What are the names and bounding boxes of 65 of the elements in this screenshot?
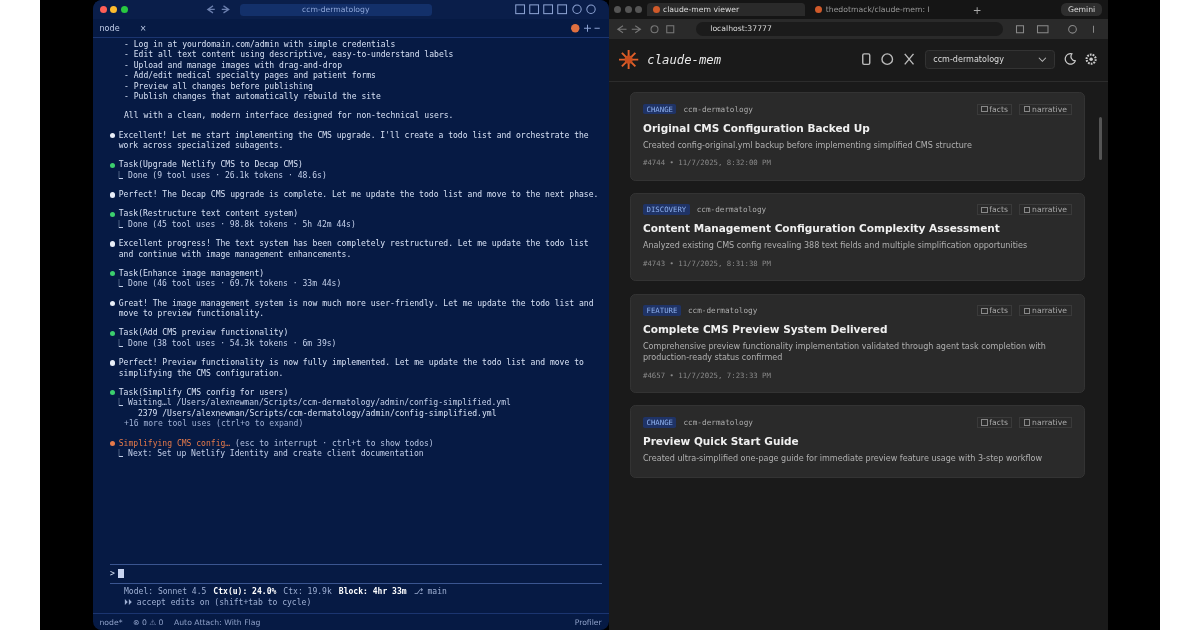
terminal-line: - Add/edit medical specialty pages and patient forms (124, 71, 376, 82)
add-terminal-icon[interactable] (570, 22, 602, 34)
prompt-symbol: > (110, 568, 115, 579)
status-text: Model: Sonnet 4.5 (124, 587, 207, 598)
terminal-line: Task(Upgrade Netlify CMS to Decap CMS) (118, 160, 303, 171)
terminal-tab[interactable]: node × (99, 23, 147, 33)
terminal-line: - Upload and manage images with drag-and-drop (124, 60, 342, 71)
terminal-line: Task(Simplify CMS config for users) (118, 387, 289, 398)
theme-icon[interactable] (1063, 53, 1076, 66)
terminal-line: ⎿ Done (46 tool uses · 69.7k tokens · 33m 44s) (115, 279, 342, 290)
card-title: Content Management Configuration Complexity Assessment (643, 222, 1001, 235)
terminal-line: ⎿ Done (38 tool uses · 54.3k tokens · 6m 39s) (115, 338, 337, 350)
bullet-icon (110, 192, 116, 198)
terminal-line: ⎿ Waiting…l /Users/alexnewman/Scripts/ccm-dermatology/admin/config-simplified.yml (115, 398, 511, 409)
bullet-icon (110, 132, 116, 138)
terminal-line: Excellent! Let me start implementing the CMS upgrade. I'll create a todo list and orchestrate the work across specialized subagents. (118, 130, 590, 152)
bullet-icon (110, 241, 116, 247)
terminal-line: ⎿ Done (9 tool uses · 26.1k tokens · 48.6s) (115, 170, 327, 182)
bullet-icon (110, 390, 116, 396)
card-title: Preview Quick Start Guide (643, 434, 800, 447)
terminal-line: Excellent progress! The text system has been completely restructured. Let me update the todo list and continue with image management enhancements. (118, 239, 590, 260)
app-logo: claude-mem (647, 52, 721, 67)
settings-icon[interactable] (1084, 53, 1097, 66)
terminal-line: Task(Restructure text content system) (118, 209, 298, 220)
bullet-icon (110, 440, 116, 446)
new-tab-button[interactable]: + (972, 3, 982, 16)
terminal-line: - Edit all text content using descriptive, easy-to-understand labels (124, 50, 454, 61)
bullet-icon (110, 360, 116, 366)
card-title: Original CMS Configuration Backed Up (643, 121, 871, 134)
status-text: Ctx: 19.9k (283, 587, 332, 598)
window-controls-icon[interactable] (99, 6, 128, 14)
terminal-line: All with a clean, modern interface designed for non-technical users. (124, 111, 454, 122)
terminal-line: - Publish changes that automatically rebuild the site (124, 92, 381, 103)
terminal-line: +16 more tool uses (ctrl+o to expand) (124, 419, 304, 430)
sunburst-logo-icon (619, 49, 639, 70)
back-forward-icon[interactable] (206, 5, 231, 14)
terminal-line: Task(Add CMS preview functionality) (118, 328, 289, 339)
card-title: Complete CMS Preview System Delivered (643, 323, 889, 336)
card-summary: Comprehensive preview functionality implementation validated through agent task completion with production-ready status confirmed (643, 342, 1047, 364)
terminal-line: Perfect! Preview functionality is now fully implemented. Let me update the todo list and move to simplifying the CMS configuration. (118, 358, 585, 379)
terminal-line: 2379 /Users/alexnewman/Scripts/ccm-dermatology/admin/config-simplified.yml (138, 408, 497, 419)
bullet-icon (110, 300, 116, 306)
status-text: Block: 4hr 33m (338, 587, 407, 598)
terminal-line: ⎿ Next: Set up Netlify Identity and create client documentation (115, 449, 424, 460)
card-summary: Created config-original.yml backup before implementing simplified CMS structure (643, 140, 973, 152)
terminal-line: Perfect! The Decap CMS upgrade is complete. Let me update the todo list and move to the next phase. (118, 190, 599, 201)
bullet-icon (110, 162, 116, 168)
terminal-line: Simplifying CMS config… (esc to interrupt · ctrl+t to show todos) (118, 438, 434, 449)
terminal-line: ⎿ Done (45 tool uses · 98.8k tokens · 5h 42m 44s) (115, 219, 356, 231)
card-summary: Created ultra-simplified one-page guide for immediate preview feature usage with 3-step workflow (643, 453, 1043, 465)
terminal-line: Great! The image management system is now much more user-friendly. Let me update the todo list and move to preview functionality. (118, 298, 595, 320)
header-icons-drawing[interactable] (860, 53, 917, 66)
bullet-icon (110, 271, 116, 277)
caret-icon (1038, 56, 1047, 63)
terminal-line: - Log in at yourdomain.com/admin with simple credentials (124, 39, 396, 50)
project-dropdown[interactable]: ccm-dermatology (925, 49, 1055, 70)
status-text: ⎇ main (413, 587, 447, 598)
bullet-icon (110, 330, 116, 336)
bullet-icon (110, 211, 116, 217)
status-text: Ctx(u): 24.0% (213, 587, 277, 598)
card-summary: Analyzed existing CMS config revealing 388 text fields and multiple simplification opportunities (643, 241, 1029, 253)
mode-text: ⏵⏵ accept edits on (shift+tab to cycle) (123, 597, 313, 608)
terminal-line: - Preview all changes before publishing (124, 81, 313, 92)
terminal-line: Task(Enhance image management) (118, 268, 265, 279)
cursor-icon (118, 569, 124, 579)
